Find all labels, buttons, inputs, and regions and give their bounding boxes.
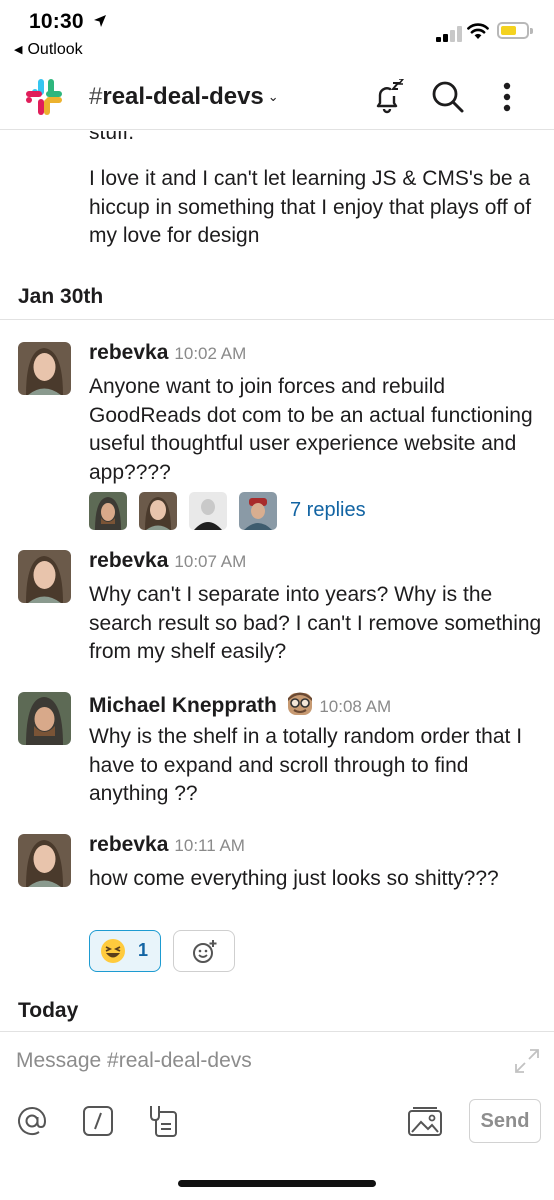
add-reaction-icon	[193, 940, 217, 963]
message-list[interactable]: stuff. I love it and I can't let learnin…	[0, 131, 554, 1031]
slash-command-icon[interactable]	[81, 1104, 115, 1138]
message-timestamp: 10:08 AM	[319, 697, 392, 716]
continued-message-text: I love it and I can't let learning JS & …	[89, 167, 532, 247]
add-reaction-button[interactable]	[173, 930, 235, 972]
nerd-face-emoji-icon	[288, 692, 313, 715]
snooze-bell-icon[interactable]	[370, 79, 406, 115]
message-timestamp: 10:11 AM	[174, 836, 245, 855]
message-author[interactable]: Michael Knepprath	[89, 694, 277, 717]
slack-logo-icon[interactable]	[24, 77, 64, 117]
message-timestamp: 10:02 AM	[174, 344, 247, 363]
avatar[interactable]	[18, 692, 71, 745]
continued-message-tail: stuff.	[89, 131, 134, 139]
format-text-icon[interactable]	[146, 1104, 180, 1138]
cell-signal-icon	[436, 26, 462, 42]
channel-header: #real-deal-devs ⌄	[0, 68, 554, 130]
message-text: Anyone want to join forces and rebuild G…	[89, 375, 533, 484]
send-button[interactable]: Send	[469, 1099, 541, 1143]
message-composer: Send	[0, 1031, 554, 1200]
message-author[interactable]: rebevka	[89, 833, 168, 856]
status-time: 10:30	[29, 10, 84, 33]
expand-icon[interactable]	[514, 1048, 540, 1074]
battery-icon	[497, 22, 533, 39]
message-text: how come everything just looks so shitty…	[89, 867, 499, 890]
wifi-icon	[467, 23, 489, 39]
message-timestamp: 10:07 AM	[174, 552, 247, 571]
mention-icon[interactable]	[15, 1104, 49, 1138]
channel-name: real-deal-devs	[102, 83, 264, 110]
home-indicator[interactable]	[178, 1180, 376, 1187]
chevron-down-icon: ⌄	[267, 89, 279, 104]
message-text: Why is the shelf in a totally random ord…	[89, 725, 523, 805]
message-input[interactable]	[16, 1049, 496, 1073]
avatar[interactable]	[18, 834, 71, 887]
back-to-app-link[interactable]: ◀ Outlook	[14, 41, 83, 59]
thread-replies-link[interactable]: 7 replies	[290, 499, 366, 522]
back-app-label: Outlook	[27, 41, 83, 58]
message-text: Why can't I separate into years? Why is …	[89, 583, 542, 663]
location-arrow-icon	[94, 15, 106, 27]
reaction-laughing[interactable]: 1	[89, 930, 161, 972]
avatar	[189, 492, 227, 530]
day-divider-line	[0, 319, 554, 320]
photo-attach-icon[interactable]	[406, 1104, 444, 1138]
laughing-emoji-icon	[101, 939, 125, 963]
day-divider-jan30: Jan 30th	[18, 285, 104, 308]
reaction-count: 1	[138, 940, 149, 960]
more-vertical-icon[interactable]	[489, 79, 525, 115]
avatar[interactable]	[18, 550, 71, 603]
search-icon[interactable]	[430, 79, 466, 115]
avatar[interactable]	[18, 342, 71, 395]
channel-title[interactable]: #real-deal-devs ⌄	[89, 83, 279, 111]
avatar	[89, 492, 127, 530]
status-bar: 10:30 ◀ Outlook	[0, 0, 554, 68]
message-author[interactable]: rebevka	[89, 549, 168, 572]
day-divider-today: Today	[18, 999, 79, 1022]
avatar	[139, 492, 177, 530]
back-triangle-icon: ◀	[14, 44, 23, 56]
avatar	[239, 492, 277, 530]
message-author[interactable]: rebevka	[89, 341, 168, 364]
